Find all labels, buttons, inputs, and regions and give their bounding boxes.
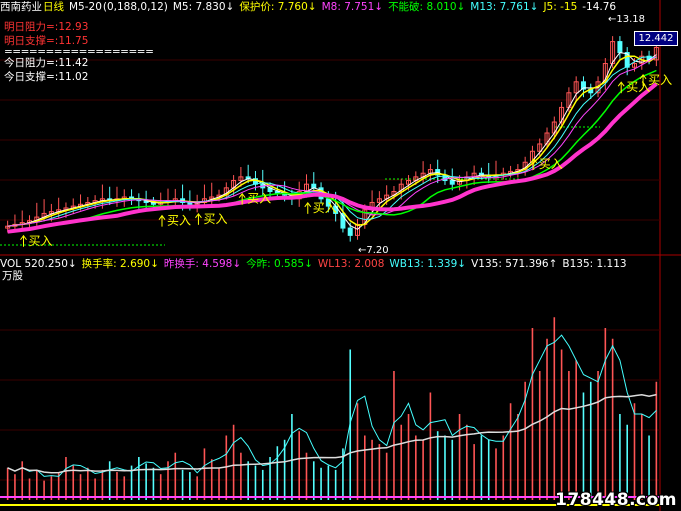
high-price-label: ←13.18	[608, 14, 645, 25]
volume-ma-white-line	[7, 393, 657, 474]
indicator-header: 西南药业日线 M5-20(0,188,0,12) M5: 7.830↓ 保护价: 7.…	[0, 0, 626, 14]
volume-item: B135: 1.113	[562, 258, 627, 270]
volume-values: VOL 520.250↓ 换手率: 2.690↓ 昨换手: 4.598↓ 今昨: 0.…	[0, 258, 632, 270]
indicator-name: M5-20	[69, 1, 102, 13]
volume-item: WL13: 2.008	[317, 258, 385, 270]
buy-signal-label: 买入	[29, 234, 53, 248]
indicator-values: M5: 7.830↓ 保护价: 7.760↓ M8: 7.751↓ 不能破: 8.01…	[173, 1, 621, 13]
stock-chart-window: { "header": { "name": "西南药业", "period": …	[0, 0, 681, 511]
volume-item: WB13: 1.339↓	[389, 258, 467, 270]
volume-ma-cyan-line	[7, 334, 657, 477]
candle-body	[187, 201, 193, 205]
volume-item: 昨换手: 4.598↓	[163, 258, 242, 270]
buy-signal-label: 买入	[203, 212, 227, 226]
buy-signal-label: 买入	[167, 214, 191, 228]
indicator-item: 不能破: 8.010↓	[388, 1, 466, 13]
current-price-tag: 12.442	[634, 31, 678, 46]
level-separator: ==================	[4, 46, 154, 58]
watermark: 178448.com	[555, 490, 677, 510]
buy-signal-label: 买入	[247, 192, 271, 206]
volume-item: V135: 571.396↑	[471, 258, 558, 270]
buy-signal-label: 买入	[626, 80, 650, 94]
today-support: 今日支撑=:11.02	[4, 71, 89, 83]
indicator-item: M8: 7.751↓	[321, 1, 384, 13]
indicator-params: (0,188,0,12)	[102, 1, 168, 13]
period-label[interactable]: 日线	[43, 1, 64, 13]
indicator-item: M13: 7.761↓	[470, 1, 539, 13]
buy-signal-label: 买入	[313, 201, 337, 215]
tomorrow-resist: 明日阻力=:12.93	[4, 21, 89, 33]
low-price-label: ←7.20	[358, 245, 389, 256]
indicator-item: -14.76	[582, 1, 617, 13]
buy-signal-label: 买入	[539, 157, 563, 171]
indicator-item: 保护价: 7.760↓	[239, 1, 317, 13]
volume-item: 换手率: 2.690↓	[81, 258, 159, 270]
candle-body	[449, 180, 455, 185]
candle-body	[617, 41, 623, 54]
indicator-item: M5: 7.830↓	[172, 1, 235, 13]
buy-signal-label: 买入	[648, 73, 672, 87]
volume-unit: 万股	[2, 270, 23, 282]
volume-header: VOL 520.250↓ 换手率: 2.690↓ 昨换手: 4.598↓ 今昨: 0.…	[0, 257, 637, 271]
indicator-item: J5: -15	[543, 1, 578, 13]
volume-item: 今昨: 0.585↓	[246, 258, 313, 270]
today-resist: 今日阻力=:11.42	[4, 57, 89, 69]
levels-panel: 明日阻力=:12.93 明日支撑=:11.75 ================…	[4, 20, 154, 84]
candle-body	[347, 227, 353, 236]
stock-name: 西南药业	[0, 1, 42, 13]
